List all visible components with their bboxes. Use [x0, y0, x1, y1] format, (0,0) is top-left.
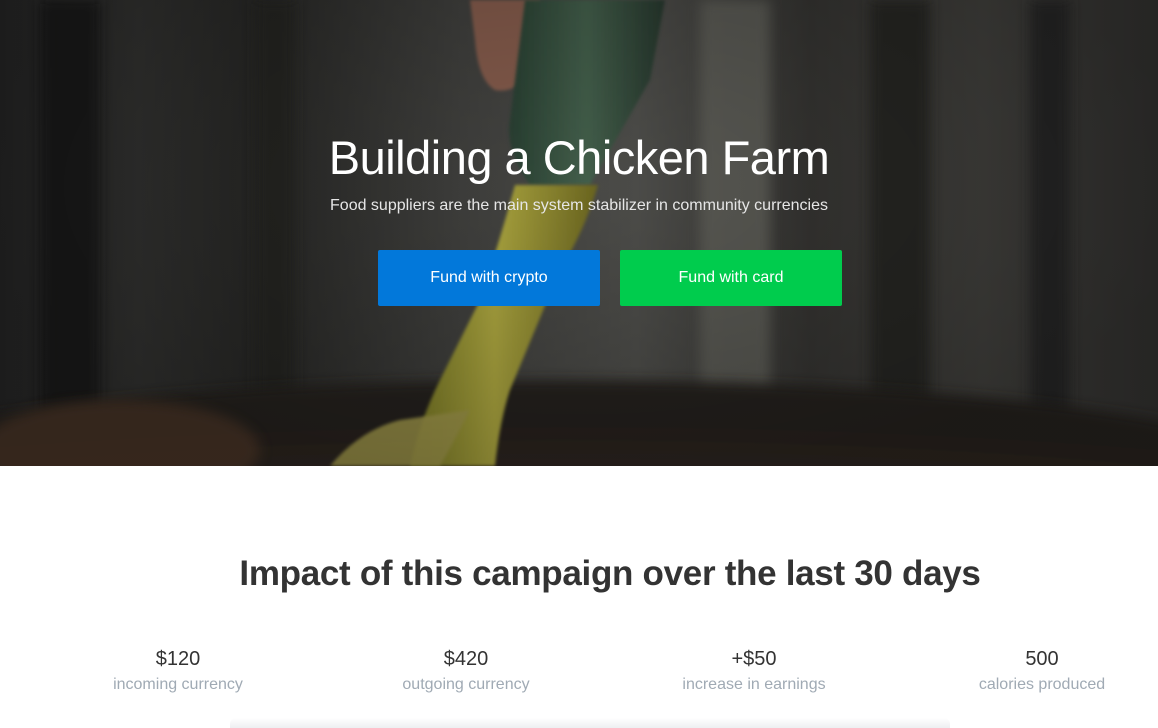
impact-section: Impact of this campaign over the last 30… — [0, 466, 1158, 728]
stat-value: 500 — [1025, 648, 1059, 670]
campaign-title: Building a Chicken Farm — [328, 131, 830, 184]
stat-increase-in-earnings: +$50 increase in earnings — [634, 644, 874, 694]
stat-label: increase in earnings — [682, 676, 826, 693]
stat-value: +$50 — [731, 648, 777, 670]
impact-title: Impact of this campaign over the last 30… — [239, 554, 981, 593]
stat-label: outgoing currency — [402, 676, 530, 693]
hero-banner: Building a Chicken Farm Food suppliers a… — [0, 0, 1158, 466]
funding-buttons: Fund with crypto Fund with card — [378, 250, 842, 306]
stat-incoming-currency: $120 incoming currency — [58, 644, 298, 694]
stat-label: calories produced — [978, 676, 1106, 693]
stat-outgoing-currency: $420 outgoing currency — [346, 644, 586, 694]
stat-label: incoming currency — [113, 676, 243, 693]
impact-stats: $120 incoming currency $420 outgoing cur… — [0, 644, 1158, 728]
hero-content: Building a Chicken Farm Food suppliers a… — [0, 0, 1158, 466]
stat-value: $120 — [155, 648, 201, 670]
campaign-subtitle: Food suppliers are the main system stabi… — [330, 197, 828, 214]
stat-value: $420 — [443, 648, 489, 670]
fund-with-crypto-button[interactable]: Fund with crypto — [378, 250, 600, 306]
card-edge-shadow — [230, 718, 950, 728]
stat-calories-produced: 500 calories produced — [922, 644, 1158, 694]
fund-with-card-button[interactable]: Fund with card — [620, 250, 842, 306]
